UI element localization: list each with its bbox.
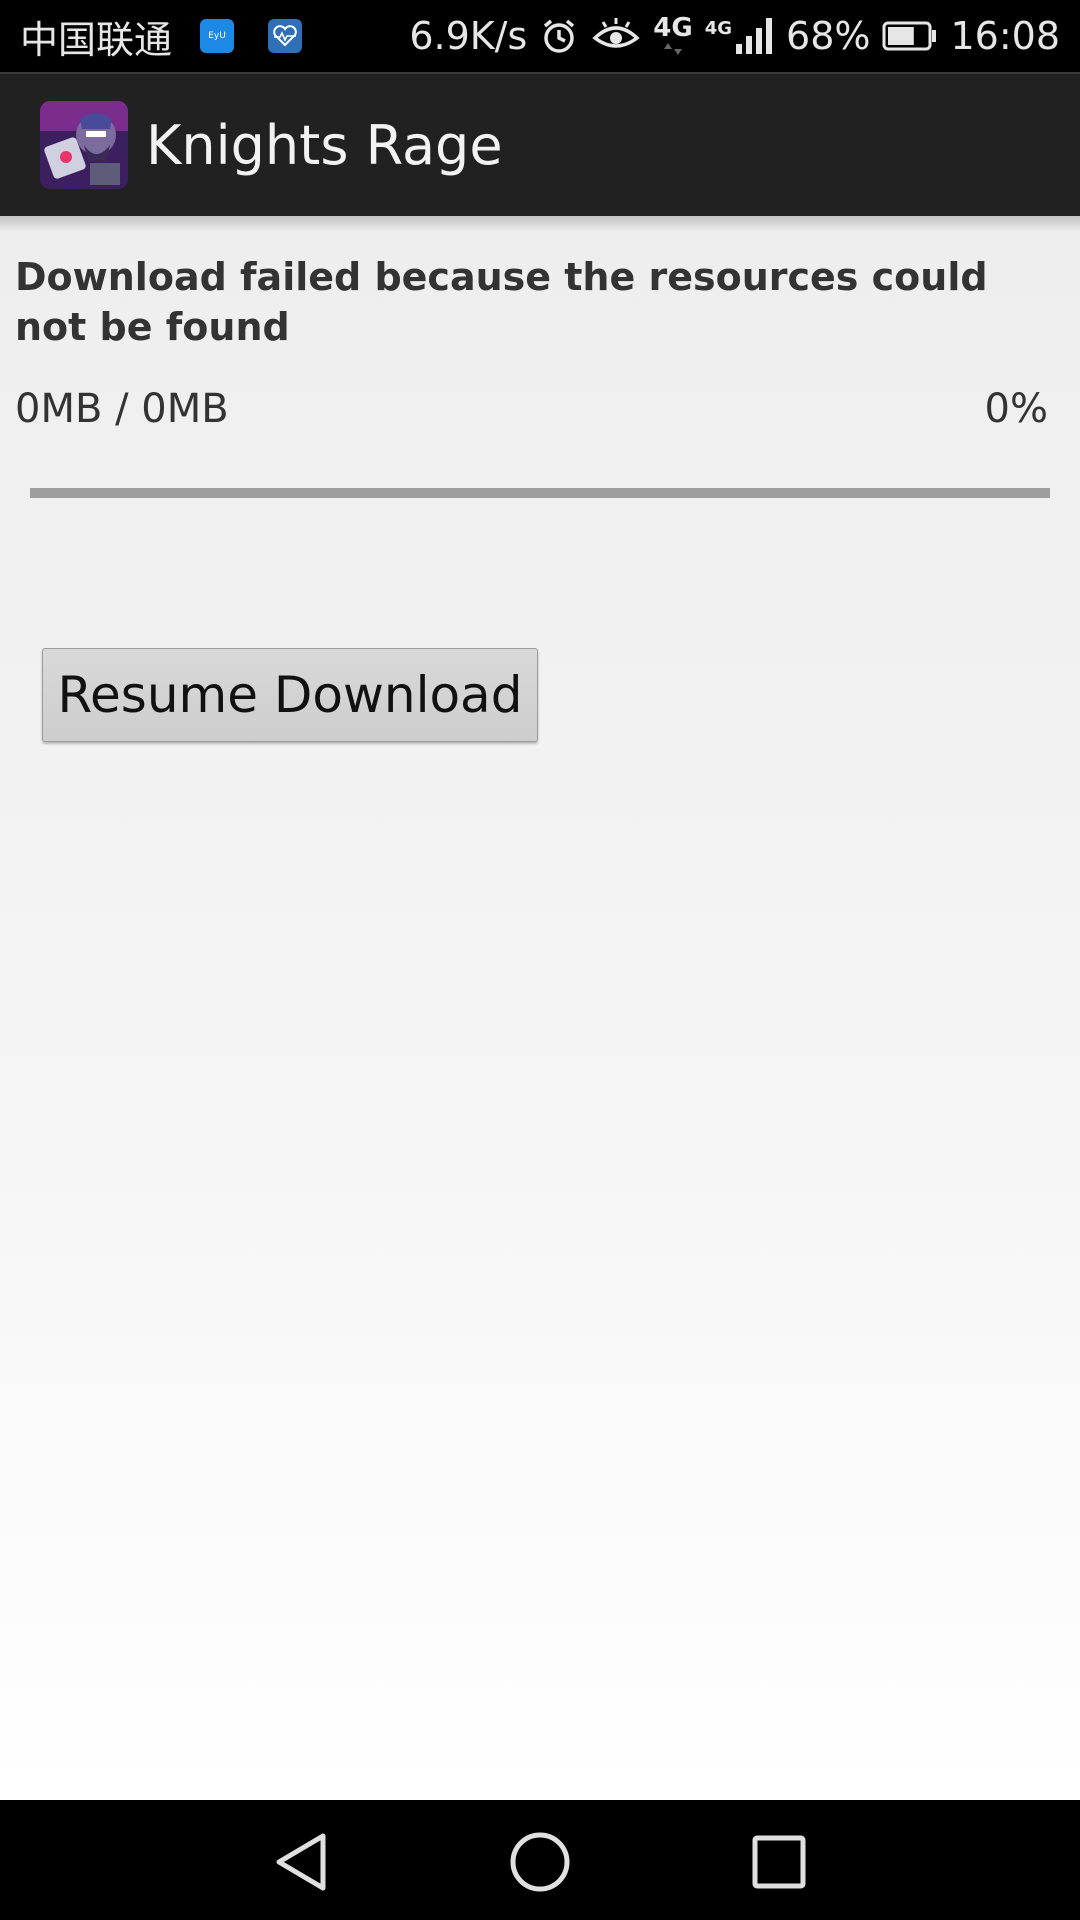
status-bar: 中国联通 EyU 6.9K/s 4G 4G 68% 16:08	[0, 0, 1080, 72]
recent-apps-icon[interactable]	[743, 1826, 815, 1898]
back-icon[interactable]	[265, 1826, 337, 1898]
battery-icon	[882, 20, 938, 52]
eye-comfort-icon	[591, 16, 641, 56]
download-progress-bar	[30, 488, 1050, 498]
signal-network-type-label: 4G	[704, 18, 733, 39]
navigation-bar	[0, 1800, 1080, 1920]
battery-percent: 68%	[786, 14, 871, 58]
network-speed: 6.9K/s	[409, 14, 528, 58]
status-right: 6.9K/s 4G 4G 68% 16:08	[409, 14, 1060, 58]
download-percent-text: 0%	[984, 386, 1048, 432]
download-status-message: Download failed because the resources co…	[15, 255, 988, 349]
download-size-text: 0MB / 0MB	[15, 386, 229, 432]
app-title: Knights Rage	[146, 113, 503, 177]
alarm-icon	[539, 16, 579, 56]
eyu-icon-label: EyU	[208, 31, 226, 41]
resume-download-button[interactable]: Resume Download	[42, 648, 538, 742]
download-screen: Download failed because the resources co…	[0, 216, 1080, 1800]
status-left: 中国联通 EyU	[20, 9, 303, 64]
eyu-app-icon: EyU	[200, 19, 235, 53]
app-bar: Knights Rage	[0, 72, 1080, 216]
home-icon[interactable]	[504, 1826, 576, 1898]
carrier-name: 中国联通	[20, 17, 173, 62]
app-bar-shadow	[0, 216, 1080, 232]
signal-icon: 4G	[705, 16, 774, 56]
network-type-label: 4G	[653, 13, 693, 43]
data-arrows-icon: 4G	[653, 13, 693, 57]
knights-rage-app-icon	[40, 101, 128, 189]
clock: 16:08	[950, 14, 1060, 58]
health-app-icon	[268, 19, 303, 53]
